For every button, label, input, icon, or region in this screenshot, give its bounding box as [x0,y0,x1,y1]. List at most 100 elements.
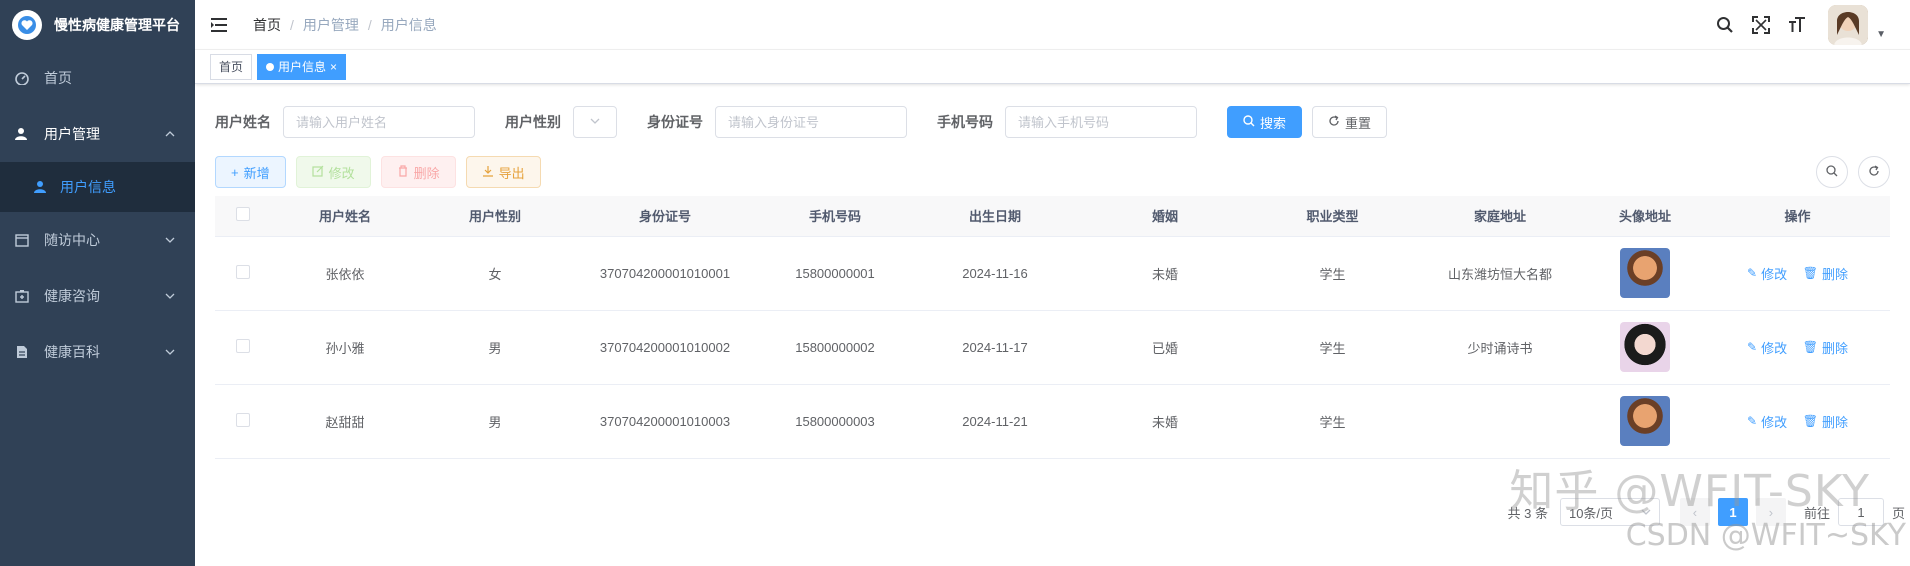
column-header: 身份证号 [570,196,760,237]
chevron-down-icon [1641,505,1651,520]
reset-button[interactable]: 重置 [1312,106,1388,138]
row-edit-label: 修改 [1761,340,1788,356]
cell-address: 山东潍坊恒大名都 [1415,236,1585,311]
goto-input[interactable]: 1 [1837,498,1884,526]
search-button[interactable]: 搜索 [1227,106,1303,138]
reset-button-label: 重置 [1345,115,1372,131]
tag-home[interactable]: 首页 [210,53,253,80]
search-button-label: 搜索 [1260,115,1287,131]
logo[interactable]: 慢性病健康管理平台 [0,0,195,50]
row-checkbox[interactable] [235,412,250,427]
phone-label: 手机号码 [937,114,993,130]
row-delete-link[interactable]: 🗑 删除 [1803,338,1848,357]
column-header: 用户姓名 [270,196,420,237]
gender-label: 用户性别 [505,114,561,130]
table-row: 孙小雅 男 370704200001010002 15800000002 202… [215,310,1890,385]
name-input[interactable] [283,106,475,138]
search-icon[interactable] [1714,14,1736,36]
cell-birth: 2024-11-21 [910,384,1080,459]
page-size-select[interactable]: 10条/页 [1559,498,1660,526]
sidebar-item-home[interactable]: 首页 [0,50,195,106]
hamburger-icon[interactable] [211,14,233,36]
id-input[interactable] [715,106,907,138]
column-header: 头像地址 [1585,196,1705,237]
row-delete-link[interactable]: 🗑 删除 [1803,412,1848,431]
close-icon[interactable]: × [330,60,337,74]
prev-page-button[interactable]: ‹ [1679,498,1710,526]
next-page-button[interactable]: › [1755,498,1786,526]
page-number-current[interactable]: 1 [1717,498,1748,526]
avatar-image[interactable] [1620,248,1670,298]
cell-name: 张依依 [270,236,420,311]
cell-phone: 15800000002 [760,310,910,385]
row-select-cell [215,310,270,385]
sidebar-item-user-management[interactable]: 用户管理 [0,106,195,162]
trash-icon: 🗑 [1802,340,1818,354]
row-delete-label: 删除 [1821,414,1848,430]
avatar[interactable] [1828,5,1869,45]
delete-button[interactable]: 删除 [380,156,456,188]
cell-job: 学生 [1250,236,1415,311]
avatar-image[interactable] [1620,322,1670,372]
delete-button-label: 删除 [413,165,440,181]
form-item-name: 用户姓名 [215,106,475,138]
content: 用户姓名 用户性别 身份证号 手机号码 [195,84,1910,459]
row-checkbox[interactable] [235,338,250,353]
table-toolbar: + 新增 修改 删除 导出 [215,156,1890,188]
row-edit-link[interactable]: ✎ 修改 [1747,338,1787,357]
trash-icon: 🗑 [1802,266,1818,280]
cell-avatar [1585,310,1705,385]
main-area: 首页 / 用户管理 / 用户信息 ▼ 首页 用户信息 × 用户姓名 请输入用户姓… [195,0,1910,566]
cell-avatar [1585,236,1705,311]
sidebar-item-wiki[interactable]: 健康百科 [0,324,195,380]
name-label: 用户姓名 [215,114,271,130]
refresh-button[interactable] [1858,156,1890,188]
fullscreen-icon[interactable] [1750,14,1772,36]
cell-phone: 15800000003 [760,384,910,459]
add-button-label: 新增 [243,165,270,181]
toggle-search-button[interactable] [1816,156,1848,188]
chevron-down-icon [165,232,175,248]
phone-input[interactable] [1005,106,1197,138]
tag-user-info[interactable]: 用户信息 × [257,53,347,80]
gender-select[interactable] [573,106,617,138]
sidebar-item-label: 健康咨询 [44,288,100,304]
row-edit-link[interactable]: ✎ 修改 [1747,264,1787,283]
cell-id: 370704200001010002 [570,310,760,385]
form-item-gender: 用户性别 [505,106,617,138]
plus-icon: + [231,164,239,180]
cell-marriage: 未婚 [1080,236,1250,311]
column-header: 出生日期 [910,196,1080,237]
download-icon [482,165,494,180]
search-icon [1826,164,1838,180]
add-button[interactable]: + 新增 [215,156,286,188]
sidebar-item-consult[interactable]: 健康咨询 [0,268,195,324]
column-header: 职业类型 [1250,196,1415,237]
edit-icon: ✎ [1747,414,1758,428]
cell-name: 孙小雅 [270,310,420,385]
search-icon [1243,114,1255,130]
sidebar-item-followup[interactable]: 随访中心 [0,212,195,268]
cell-marriage: 未婚 [1080,384,1250,459]
avatar-image[interactable] [1620,396,1670,446]
select-all-checkbox[interactable] [235,207,250,222]
user-icon [14,126,30,142]
row-checkbox[interactable] [235,264,250,279]
sidebar-item-user-info[interactable]: 用户信息 [0,162,195,212]
cell-birth: 2024-11-16 [910,236,1080,311]
row-edit-link[interactable]: ✎ 修改 [1747,412,1787,431]
header-tools: ▼ [1714,0,1886,50]
edit-button[interactable]: 修改 [295,156,371,188]
edit-icon [312,165,324,180]
goto-label: 前往 [1803,505,1830,521]
sidebar-item-label: 用户管理 [44,126,100,142]
font-size-icon[interactable] [1786,14,1808,36]
cell-gender: 男 [420,310,570,385]
cell-birth: 2024-11-17 [910,310,1080,385]
export-button[interactable]: 导出 [465,156,541,188]
row-delete-link[interactable]: 🗑 删除 [1803,264,1848,283]
table-row: 张依依 女 370704200001010001 15800000001 202… [215,236,1890,311]
cell-name: 赵甜甜 [270,384,420,459]
breadcrumb-home[interactable]: 首页 [253,15,281,35]
caret-down-icon[interactable]: ▼ [1876,29,1886,40]
